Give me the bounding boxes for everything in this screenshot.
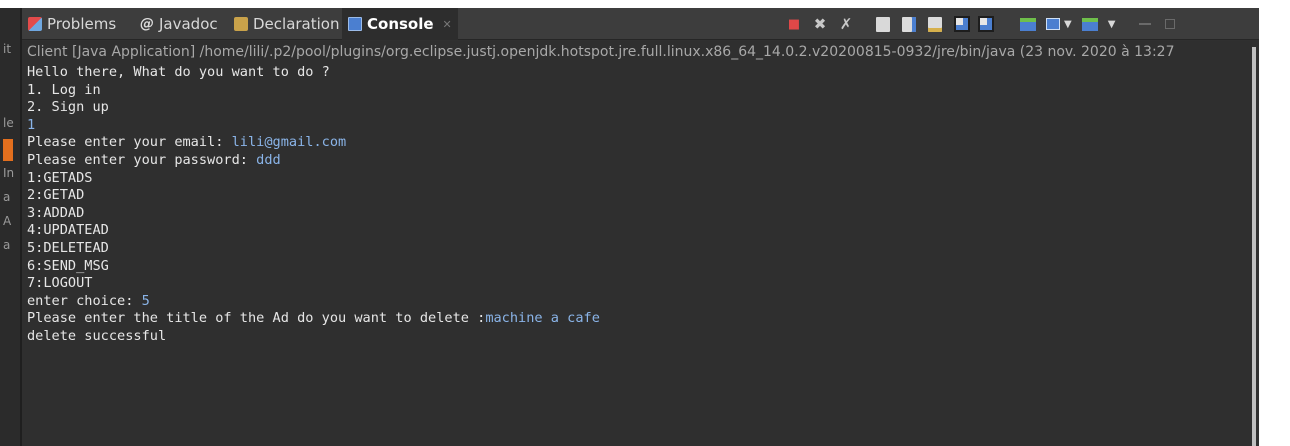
console-line: Please enter your email: lili@gmail.com: [27, 134, 600, 152]
input-text: machine a cafe: [485, 310, 600, 327]
top-border: [0, 0, 1290, 8]
editor-fragment: a: [3, 238, 11, 252]
console-line: 1:GETADS: [27, 170, 600, 188]
output-text: 2:GETAD: [27, 187, 85, 204]
console-line: 3:ADDAD: [27, 205, 600, 223]
editor-fragment: it: [3, 42, 12, 56]
console-line: Hello there, What do you want to do ?: [27, 64, 600, 82]
pin-console-icon[interactable]: [1020, 17, 1036, 31]
console-output[interactable]: Client [Java Application] /home/lili/.p2…: [22, 41, 1252, 446]
tab-declaration[interactable]: Declaration: [234, 8, 339, 40]
console-line: 1: [27, 117, 600, 135]
console-line: 4:UPDATEAD: [27, 222, 600, 240]
editor-fragment: le: [3, 116, 14, 130]
output-text: 4:UPDATEAD: [27, 222, 109, 239]
console-line: 2:GETAD: [27, 187, 600, 205]
output-text: Please enter the title of the Ad do you …: [27, 310, 486, 327]
output-text: 5:DELETEAD: [27, 239, 109, 256]
chevron-down-icon[interactable]: ▼: [1064, 19, 1072, 30]
javadoc-icon: @: [140, 16, 154, 32]
console-toolbar: ■ ✖ ✗ ▼ ▼: [784, 8, 1176, 40]
show-on-error-icon[interactable]: [978, 16, 994, 32]
tab-console[interactable]: Console ✕: [342, 8, 458, 40]
editor-fragment: A: [3, 214, 12, 228]
word-wrap-icon[interactable]: [928, 16, 942, 32]
tab-label: Problems: [47, 15, 117, 33]
output-text: 1:GETADS: [27, 169, 93, 186]
editor-fragment: a: [3, 190, 11, 204]
output-text: Hello there, What do you want to do ?: [27, 64, 330, 80]
console-lines: Hello there, What do you want to do ? 1. …: [27, 64, 600, 346]
error-marker: [3, 139, 13, 161]
output-text: 2. Sign up: [27, 99, 109, 116]
console-icon: [348, 17, 362, 31]
editor-strip: it le In a A a: [0, 8, 22, 446]
display-console-icon[interactable]: [1046, 18, 1060, 30]
vertical-scrollbar[interactable]: [1252, 47, 1256, 446]
console-line: enter choice: 5: [27, 293, 600, 311]
remove-launch-icon[interactable]: ✖: [810, 15, 830, 33]
terminate-icon[interactable]: ■: [784, 15, 804, 33]
tab-problems[interactable]: Problems: [28, 8, 116, 40]
launch-header: Client [Java Application] /home/lili/.p2…: [27, 44, 1175, 60]
console-line: Please enter your password: ddd: [27, 152, 600, 170]
show-on-output-icon[interactable]: [954, 16, 970, 32]
declaration-icon: [234, 17, 248, 31]
console-line: 6:SEND_MSG: [27, 258, 600, 276]
scroll-lock-icon[interactable]: [902, 16, 916, 32]
tab-javadoc[interactable]: @ Javadoc: [140, 8, 218, 40]
output-text: delete successful: [27, 327, 167, 344]
output-text: enter choice:: [27, 292, 142, 309]
output-text: 7:LOGOUT: [27, 275, 93, 292]
minimize-icon[interactable]: [1139, 23, 1152, 25]
input-text: 5: [141, 292, 150, 309]
tab-label: Javadoc: [159, 15, 218, 33]
chevron-down-icon[interactable]: ▼: [1108, 19, 1116, 30]
input-text: ddd: [256, 151, 281, 168]
console-line: 7:LOGOUT: [27, 275, 600, 293]
editor-fragment: In: [3, 166, 15, 180]
input-text: lili@gmail.com: [231, 134, 347, 151]
open-console-icon[interactable]: [1081, 17, 1098, 31]
problems-icon: [28, 17, 42, 31]
console-line: 1. Log in: [27, 82, 600, 100]
window-edge: [1259, 8, 1290, 446]
close-icon[interactable]: ✕: [443, 18, 452, 31]
output-text: Please enter your email:: [27, 134, 232, 151]
clear-console-icon[interactable]: [876, 16, 890, 32]
output-text: 6:SEND_MSG: [27, 257, 109, 274]
output-text: 3:ADDAD: [27, 204, 85, 221]
output-text: Please enter your password:: [27, 151, 257, 168]
maximize-icon[interactable]: [1165, 19, 1176, 29]
view-tab-bar: Problems @ Javadoc Declaration Console ✕…: [22, 8, 1259, 40]
input-text: 1: [27, 116, 36, 133]
tab-label: Console: [367, 15, 434, 33]
console-line: Please enter the title of the Ad do you …: [27, 310, 600, 328]
tab-label: Declaration: [253, 15, 340, 33]
console-line: 5:DELETEAD: [27, 240, 600, 258]
console-line: 2. Sign up: [27, 99, 600, 117]
console-line: delete successful: [27, 328, 600, 346]
remove-all-terminated-icon[interactable]: ✗: [836, 15, 856, 33]
output-text: 1. Log in: [27, 81, 101, 98]
